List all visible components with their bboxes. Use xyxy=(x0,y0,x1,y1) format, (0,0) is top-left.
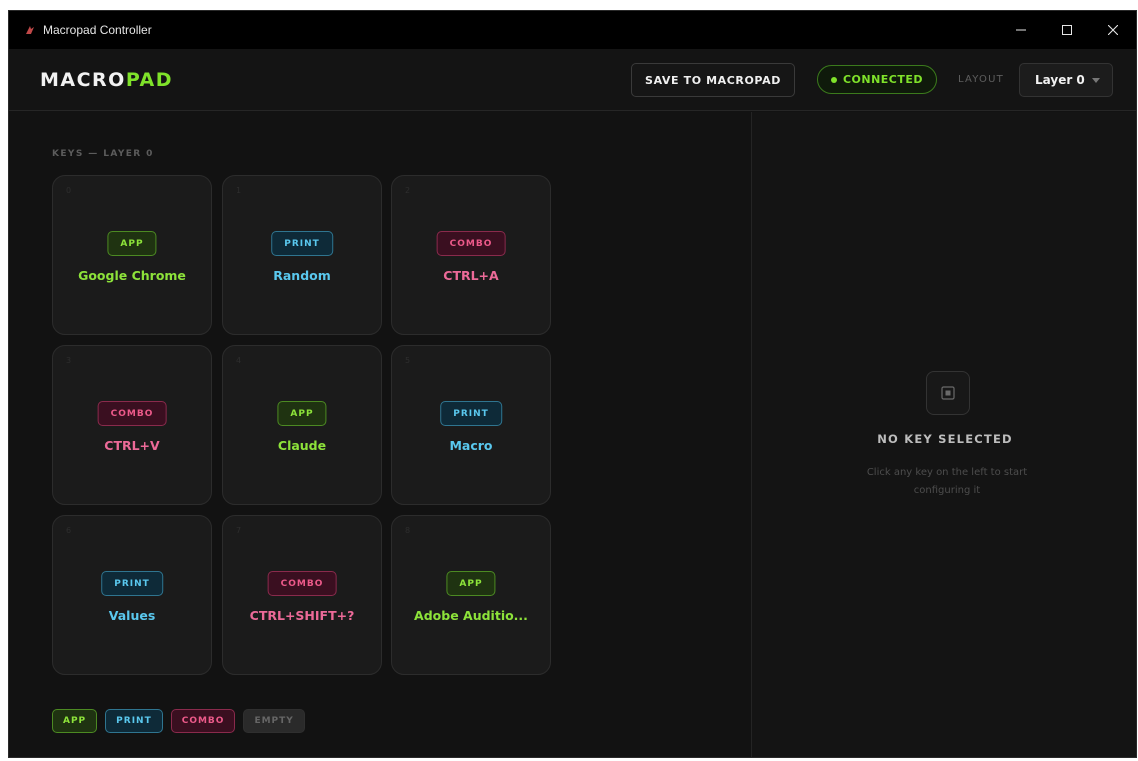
layer-select[interactable]: Layer 0 xyxy=(1019,63,1113,97)
key-index: 8 xyxy=(405,526,411,535)
key-index: 6 xyxy=(66,526,72,535)
connection-status-label: CONNECTED xyxy=(842,73,924,86)
key-type-badge: PRINT xyxy=(440,401,502,426)
key-type-badge: PRINT xyxy=(101,571,163,596)
key-label: Random xyxy=(273,268,331,283)
key-tile[interactable]: 2 COMBO CTRL+A xyxy=(391,175,551,335)
save-to-macropad-button[interactable]: SAVE TO MACROPAD xyxy=(631,63,795,97)
empty-key-icon xyxy=(926,371,970,415)
key-index: 0 xyxy=(66,186,72,195)
key-tile[interactable]: 7 COMBO CTRL+SHIFT+? xyxy=(222,515,382,675)
logo: MACROPAD xyxy=(40,69,173,91)
minimize-icon xyxy=(1016,29,1026,31)
keys-panel: KEYS — LAYER 0 0 APP Google Chrome 1 PRI… xyxy=(9,112,751,757)
key-type-badge: APP xyxy=(446,571,496,596)
logo-text-pad: PAD xyxy=(125,69,174,91)
key-index: 3 xyxy=(66,356,72,365)
window-controls xyxy=(998,11,1136,49)
key-type-badge: PRINT xyxy=(271,231,333,256)
key-index: 4 xyxy=(236,356,242,365)
key-tile[interactable]: 0 APP Google Chrome xyxy=(52,175,212,335)
legend-print: PRINT xyxy=(105,709,163,733)
key-detail-panel: NO KEY SELECTED Click any key on the lef… xyxy=(751,112,1136,757)
legend-combo: COMBO xyxy=(170,709,236,733)
key-type-badge: APP xyxy=(107,231,157,256)
window-title: Macropad Controller xyxy=(43,23,152,37)
key-index: 5 xyxy=(405,356,411,365)
maximize-icon xyxy=(1062,25,1072,35)
key-index: 7 xyxy=(236,526,242,535)
key-label: Macro xyxy=(449,438,493,453)
chevron-down-icon xyxy=(1092,78,1100,83)
app-icon xyxy=(25,25,35,35)
minimize-button[interactable] xyxy=(998,11,1044,49)
connection-status-badge: CONNECTED xyxy=(817,65,937,94)
logo-text-macro: MACRO xyxy=(40,69,126,91)
close-icon xyxy=(1108,25,1118,35)
legend-app: APP xyxy=(52,709,98,733)
key-label: CTRL+A xyxy=(443,268,499,283)
key-label: Values xyxy=(108,608,156,623)
key-tile[interactable]: 8 APP Adobe Auditio... xyxy=(391,515,551,675)
key-label: CTRL+V xyxy=(104,438,160,453)
no-key-selected-hint: Click any key on the left to start confi… xyxy=(866,467,1028,496)
key-label: Adobe Auditio... xyxy=(414,608,528,623)
title-bar: Macropad Controller xyxy=(9,11,1136,49)
key-tile[interactable]: 1 PRINT Random xyxy=(222,175,382,335)
keys-section-title: KEYS — LAYER 0 xyxy=(52,149,154,159)
key-type-legend: APP PRINT COMBO EMPTY xyxy=(52,709,305,733)
app-window: Macropad Controller MACROPAD SAVE TO MAC… xyxy=(8,10,1137,758)
key-index: 2 xyxy=(405,186,411,195)
key-index: 1 xyxy=(236,186,242,195)
key-tile[interactable]: 6 PRINT Values xyxy=(52,515,212,675)
app-header: MACROPAD SAVE TO MACROPAD CONNECTED LAYO… xyxy=(9,49,1136,111)
status-dot-icon xyxy=(830,76,837,83)
key-label: CTRL+SHIFT+? xyxy=(249,608,355,623)
legend-empty: EMPTY xyxy=(243,709,305,733)
key-label: Google Chrome xyxy=(78,268,186,283)
no-key-selected-title: NO KEY SELECTED xyxy=(877,432,1013,446)
key-type-badge: COMBO xyxy=(436,231,506,256)
key-type-badge: COMBO xyxy=(267,571,337,596)
key-type-badge: COMBO xyxy=(97,401,167,426)
layout-label: LAYOUT xyxy=(958,74,1004,85)
key-tile[interactable]: 3 COMBO CTRL+V xyxy=(52,345,212,505)
key-type-badge: APP xyxy=(277,401,327,426)
layer-select-value: Layer 0 xyxy=(1035,73,1085,87)
key-tile[interactable]: 5 PRINT Macro xyxy=(391,345,551,505)
maximize-button[interactable] xyxy=(1044,11,1090,49)
close-button[interactable] xyxy=(1090,11,1136,49)
key-tile[interactable]: 4 APP Claude xyxy=(222,345,382,505)
key-label: Claude xyxy=(277,438,327,453)
